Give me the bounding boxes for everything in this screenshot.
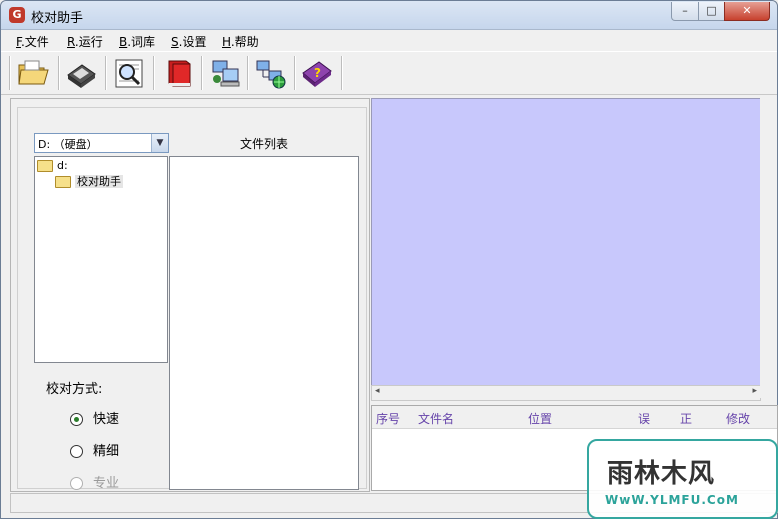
folder-open-icon [55, 176, 71, 188]
left-panel-inner: D: （硬盘） ▼ 文件列表 d: 校对助手 校对方式: 快速 精细 专业 [17, 107, 367, 491]
minimize-button[interactable]: – [671, 2, 699, 21]
network-computer-icon[interactable] [207, 55, 243, 91]
horizontal-scrollbar[interactable]: ◂ ▸ [371, 385, 761, 401]
menu-help[interactable]: H.帮助 [222, 33, 259, 50]
text-preview-pane[interactable] [371, 98, 761, 386]
menu-settings-accel: S [171, 35, 179, 49]
menu-help-label: .帮助 [230, 35, 259, 49]
save-disk-icon[interactable] [63, 55, 99, 91]
radio-label: 专业 [93, 476, 120, 491]
svg-text:?: ? [314, 66, 321, 80]
menu-wordlib-label: .词库 [127, 35, 156, 49]
vertical-scrollbar[interactable] [760, 98, 776, 398]
menu-run-accel: R [67, 35, 75, 49]
radio-label: 快速 [93, 412, 120, 427]
menu-settings[interactable]: S.设置 [171, 33, 206, 50]
maximize-button[interactable]: □ [698, 2, 725, 21]
drive-select[interactable]: D: （硬盘） ▼ [34, 133, 169, 153]
tree-item-label: d: [57, 159, 68, 172]
app-icon: G [9, 7, 25, 23]
col-position[interactable]: 位置 [528, 410, 552, 427]
menu-file-label: .文件 [20, 35, 49, 49]
col-filename[interactable]: 文件名 [418, 410, 454, 427]
watermark-logo: 雨林木风 WwW.YLMFU.CoM [587, 439, 778, 519]
toolbar-separator [9, 56, 11, 90]
radio-disabled-icon [70, 477, 83, 490]
help-book-icon[interactable]: ? [299, 55, 335, 91]
close-button[interactable]: ✕ [724, 2, 770, 21]
radio-label: 精细 [93, 444, 120, 459]
proofread-magnifier-icon[interactable] [111, 55, 147, 91]
toolbar-separator [341, 56, 343, 90]
window-title: 校对助手 [31, 11, 84, 26]
radio-fine[interactable]: 精细 [70, 440, 120, 459]
folder-open-icon [37, 160, 53, 172]
toolbar: ? [1, 51, 777, 95]
menu-wordlib-accel: B [119, 35, 128, 49]
tree-item-root[interactable]: d: [37, 159, 68, 173]
radio-checked-icon[interactable] [70, 413, 83, 426]
scroll-right-icon[interactable]: ▸ [752, 386, 757, 396]
tree-item-label: 校对助手 [75, 175, 123, 188]
file-list-label: 文件列表 [240, 137, 289, 151]
open-folder-icon[interactable] [15, 55, 51, 91]
toolbar-separator [294, 56, 296, 90]
radio-unchecked-icon[interactable] [70, 445, 83, 458]
col-wrong[interactable]: 误 [638, 410, 650, 427]
toolbar-separator [58, 56, 60, 90]
results-header: 序号 文件名 位置 误 正 修改 [372, 406, 777, 429]
tree-item-folder[interactable]: 校对助手 [55, 175, 123, 189]
col-index[interactable]: 序号 [376, 410, 400, 427]
menu-settings-label: .设置 [178, 35, 207, 49]
menu-run[interactable]: R.运行 [67, 33, 103, 50]
watermark-sub-text: WwW.YLMFU.CoM [605, 493, 739, 507]
network-globe-icon[interactable] [253, 55, 289, 91]
title-bar: G 校对助手 – □ ✕ [1, 1, 777, 30]
scroll-left-icon[interactable]: ◂ [375, 386, 380, 396]
folder-tree[interactable]: d: 校对助手 [34, 156, 168, 363]
radio-fast[interactable]: 快速 [70, 408, 120, 427]
col-correct[interactable]: 正 [680, 410, 692, 427]
menu-wordlib[interactable]: B.词库 [119, 33, 155, 50]
left-panel: D: （硬盘） ▼ 文件列表 d: 校对助手 校对方式: 快速 精细 专业 [10, 98, 370, 492]
toolbar-separator [153, 56, 155, 90]
file-list[interactable] [169, 156, 359, 490]
chevron-down-icon[interactable]: ▼ [151, 134, 168, 152]
watermark-main-text: 雨林木风 [607, 459, 716, 489]
col-modify[interactable]: 修改 [726, 410, 750, 427]
menu-run-label: .运行 [74, 35, 103, 49]
app-window: G 校对助手 – □ ✕ F.文件 R.运行 B.词库 S.设置 H.帮助 ? … [0, 0, 778, 519]
menu-bar: F.文件 R.运行 B.词库 S.设置 H.帮助 [1, 30, 777, 50]
menu-file[interactable]: F.文件 [16, 33, 49, 50]
radio-professional: 专业 [70, 472, 120, 491]
menu-help-accel: H [222, 35, 231, 49]
proof-method-label: 校对方式: [46, 382, 103, 397]
dictionary-book-icon[interactable] [161, 55, 197, 91]
toolbar-separator [105, 56, 107, 90]
toolbar-separator [201, 56, 203, 90]
toolbar-separator [247, 56, 249, 90]
drive-value: D: （硬盘） [38, 138, 98, 151]
